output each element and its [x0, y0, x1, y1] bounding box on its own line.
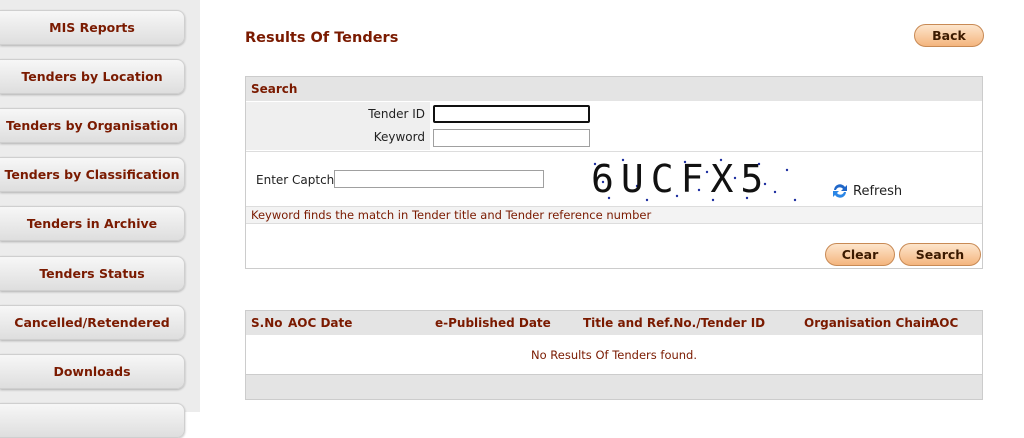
search-heading: Search: [246, 77, 982, 101]
sidebar-item-downloads[interactable]: Downloads: [0, 354, 185, 389]
captcha-text: 6UCFX5: [591, 157, 770, 201]
keyword-label: Keyword: [373, 130, 425, 144]
sidebar-item-tenders-status[interactable]: Tenders Status: [0, 256, 185, 291]
no-results-message: No Results Of Tenders found.: [246, 335, 982, 375]
back-button[interactable]: Back: [914, 24, 984, 47]
results-table: S.No AOC Date e-Published Date Title and…: [245, 310, 983, 400]
captcha-refresh-button[interactable]: Refresh: [831, 182, 902, 200]
search-button[interactable]: Search: [899, 243, 981, 266]
col-aoc-date: AOC Date: [288, 316, 353, 330]
captcha-input[interactable]: [334, 170, 544, 188]
search-panel: Search Tender ID Keyword Enter Captcha 6…: [245, 76, 983, 269]
clear-button[interactable]: Clear: [825, 243, 895, 266]
refresh-icon: [833, 184, 847, 198]
results-footer: [246, 375, 982, 399]
captcha-row: Enter Captcha 6UCFX5 Refresh: [246, 151, 982, 207]
col-aoc: AOC: [930, 316, 959, 330]
col-title-ref: Title and Ref.No./Tender ID: [583, 316, 766, 330]
page-title: Results Of Tenders: [245, 30, 399, 46]
col-e-published-date: e-Published Date: [435, 316, 551, 330]
captcha-label: Enter Captcha: [256, 173, 342, 187]
tender-id-input[interactable]: [433, 105, 590, 123]
sidebar-item-more[interactable]: [0, 403, 185, 438]
sidebar: MIS Reports Tenders by Location Tenders …: [0, 0, 200, 438]
tender-id-label: Tender ID: [368, 107, 425, 121]
sidebar-item-tenders-in-archive[interactable]: Tenders in Archive: [0, 206, 185, 241]
sidebar-item-tenders-by-organisation[interactable]: Tenders by Organisation: [0, 108, 185, 143]
sidebar-item-tenders-by-classification[interactable]: Tenders by Classification: [0, 157, 185, 192]
results-header: S.No AOC Date e-Published Date Title and…: [246, 311, 982, 335]
sidebar-item-tenders-by-location[interactable]: Tenders by Location: [0, 59, 185, 94]
keyword-input[interactable]: [433, 129, 590, 147]
col-organisation-chain: Organisation Chain: [804, 316, 934, 330]
sidebar-item-mis-reports[interactable]: MIS Reports: [0, 10, 185, 45]
col-sno: S.No: [251, 316, 283, 330]
refresh-label: Refresh: [853, 183, 903, 199]
captcha-image: 6UCFX5: [591, 157, 797, 202]
keyword-hint: Keyword finds the match in Tender title …: [246, 207, 982, 224]
sidebar-item-cancelled-retendered[interactable]: Cancelled/Retendered: [0, 305, 185, 340]
